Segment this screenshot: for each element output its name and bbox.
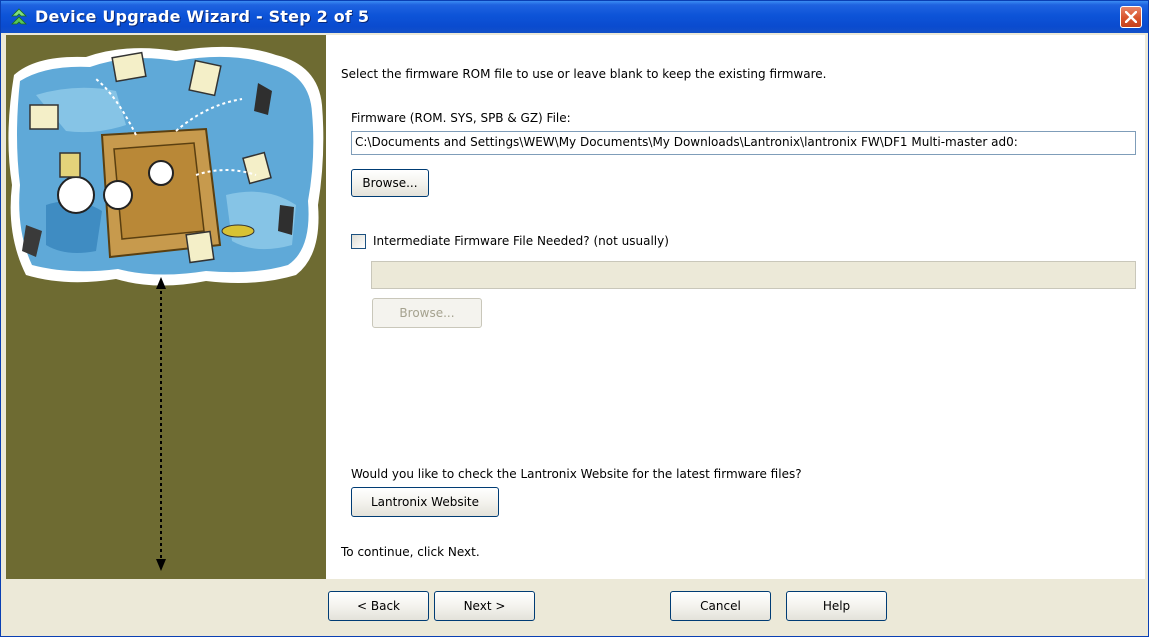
lantronix-wizard-icon bbox=[11, 8, 27, 25]
window-title: Device Upgrade Wizard - Step 2 of 5 bbox=[35, 7, 370, 26]
wizard-window: Device Upgrade Wizard - Step 2 of 5 Sele… bbox=[0, 0, 1149, 637]
back-button[interactable]: < Back bbox=[328, 591, 429, 621]
title-bar[interactable]: Device Upgrade Wizard - Step 2 of 5 bbox=[1, 1, 1148, 33]
browse-button[interactable]: Browse... bbox=[351, 169, 429, 197]
wizard-side-panel bbox=[6, 35, 326, 579]
next-button[interactable]: Next > bbox=[434, 591, 535, 621]
intermediate-firmware-checkbox[interactable] bbox=[351, 234, 366, 249]
help-button[interactable]: Help bbox=[786, 591, 887, 621]
cancel-button[interactable]: Cancel bbox=[670, 591, 771, 621]
wizard-content: Select the firmware ROM file to use or l… bbox=[326, 35, 1145, 579]
intermediate-firmware-label: Intermediate Firmware File Needed? (not … bbox=[373, 234, 669, 248]
close-button[interactable] bbox=[1120, 6, 1142, 28]
website-question: Would you like to check the Lantronix We… bbox=[351, 467, 802, 481]
intermediate-browse-button[interactable]: Browse... bbox=[372, 298, 482, 328]
wizard-illustration bbox=[8, 46, 324, 571]
continue-text: To continue, click Next. bbox=[341, 545, 480, 559]
close-icon bbox=[1125, 11, 1137, 23]
firmware-file-label: Firmware (ROM. SYS, SPB & GZ) File: bbox=[351, 111, 571, 125]
lantronix-website-button[interactable]: Lantronix Website bbox=[351, 487, 499, 517]
firmware-file-field[interactable]: C:\Documents and Settings\WEW\My Documen… bbox=[351, 131, 1136, 155]
intermediate-firmware-field[interactable] bbox=[371, 261, 1136, 289]
intro-text: Select the firmware ROM file to use or l… bbox=[341, 67, 827, 81]
wizard-footer: < Back Next > Cancel Help bbox=[1, 579, 1148, 636]
